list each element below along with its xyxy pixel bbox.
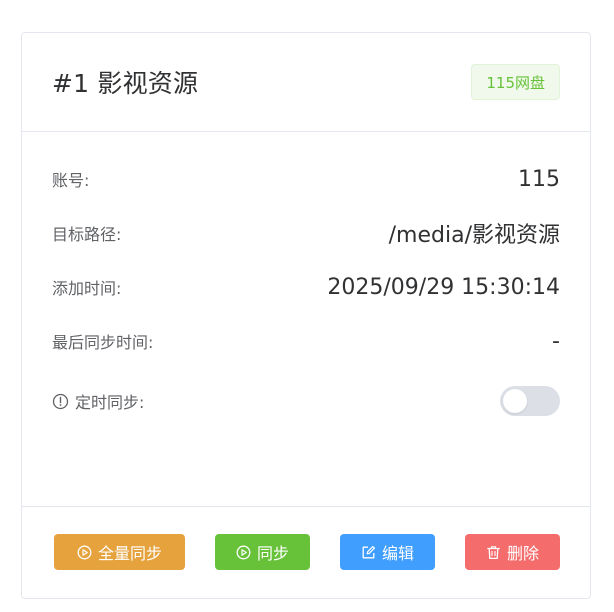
target-path-row: 目标路径: /media/影视资源 bbox=[52, 218, 560, 248]
sync-label: 同步 bbox=[256, 544, 289, 563]
scheduled-sync-label: 定时同步: bbox=[75, 393, 145, 412]
target-path-label: 目标路径: bbox=[52, 225, 122, 244]
scheduled-sync-row: 定时同步: bbox=[52, 386, 560, 416]
play-circle-icon bbox=[77, 545, 92, 560]
sync-button[interactable]: 同步 bbox=[215, 534, 310, 570]
card-footer: 全量同步 同步 编辑 删除 bbox=[22, 507, 590, 598]
account-label: 账号: bbox=[52, 171, 90, 190]
edit-label: 编辑 bbox=[381, 544, 414, 563]
full-sync-label: 全量同步 bbox=[97, 544, 162, 563]
last-sync-row: 最后同步时间: - bbox=[52, 326, 560, 356]
trash-icon bbox=[486, 545, 501, 560]
play-circle-icon bbox=[236, 545, 251, 560]
scheduled-sync-label-group: 定时同步: bbox=[52, 389, 144, 413]
edit-icon bbox=[361, 545, 376, 560]
added-time-row: 添加时间: 2025/09/29 15:30:14 bbox=[52, 272, 560, 302]
added-time-label: 添加时间: bbox=[52, 279, 122, 298]
account-row: 账号: 115 bbox=[52, 164, 560, 194]
card-body: 账号: 115 目标路径: /media/影视资源 添加时间: 2025/09/… bbox=[22, 132, 590, 507]
card-title: #1 影视资源 bbox=[52, 69, 199, 98]
storage-type-tag: 115网盘 bbox=[471, 64, 560, 100]
target-path-value: /media/影视资源 bbox=[388, 223, 560, 248]
toggle-knob bbox=[503, 389, 527, 413]
last-sync-value: - bbox=[552, 328, 560, 354]
delete-label: 删除 bbox=[506, 544, 539, 563]
last-sync-label: 最后同步时间: bbox=[52, 333, 154, 352]
added-time-value: 2025/09/29 15:30:14 bbox=[327, 274, 560, 300]
delete-button[interactable]: 删除 bbox=[465, 534, 560, 570]
info-circle-icon[interactable] bbox=[52, 393, 69, 410]
account-value: 115 bbox=[518, 166, 560, 192]
full-sync-button[interactable]: 全量同步 bbox=[54, 534, 185, 570]
edit-button[interactable]: 编辑 bbox=[340, 534, 435, 570]
card-header: #1 影视资源 115网盘 bbox=[22, 33, 590, 132]
sync-task-card: #1 影视资源 115网盘 账号: 115 目标路径: /media/影视资源 … bbox=[21, 32, 591, 599]
scheduled-sync-toggle[interactable] bbox=[500, 386, 560, 416]
